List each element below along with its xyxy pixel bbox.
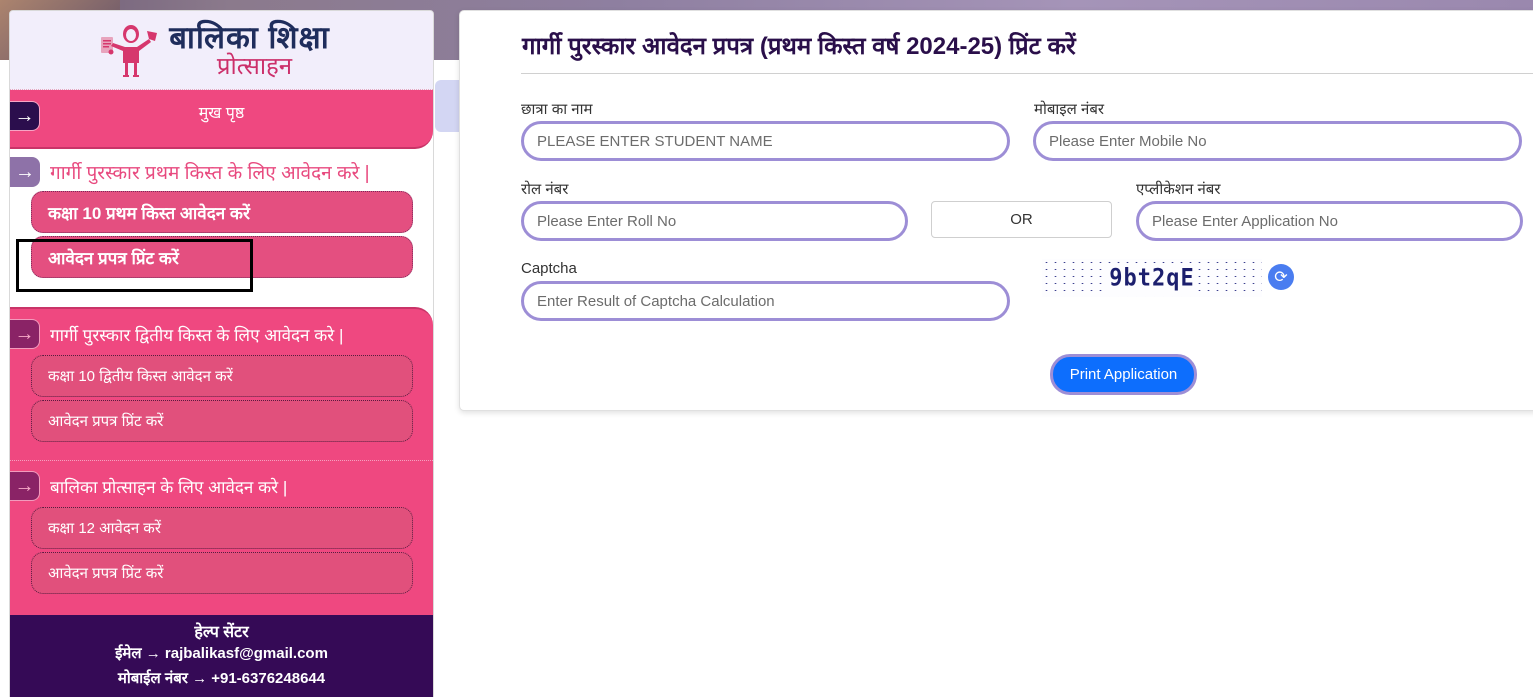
arrow-right-icon: → (10, 101, 40, 131)
section-gargi-first-installment: → गार्गी पुरस्कार प्रथम किस्त के लिए आवे… (10, 149, 433, 307)
background-accent (435, 80, 459, 132)
sidebar-item-first-print-form[interactable]: आवेदन प्रपत्र प्रिंट करें (31, 236, 413, 278)
sidebar-item-class10-second-apply[interactable]: कक्षा 10 द्वितीय किस्त आवेदन करें (31, 355, 413, 397)
help-center: हेल्प सेंटर ईमेल → rajbalikasf@gmail.com… (10, 615, 433, 697)
home-label: मुख पृष्ठ (198, 104, 245, 122)
captcha-text: 9bt2qE (1106, 264, 1198, 292)
mobile-label: मोबाइल नंबर (1034, 101, 1105, 118)
student-name-input[interactable] (521, 121, 1010, 161)
captcha-label: Captcha (521, 260, 577, 277)
logo-subtitle: प्रोत्साहन (216, 52, 293, 80)
sidebar-item-class12-print-form[interactable]: आवेदन प्रपत्र प्रिंट करें (31, 552, 413, 594)
refresh-captcha-button[interactable]: ⟳ (1268, 264, 1294, 290)
arrow-right-icon: → (10, 471, 40, 501)
title-divider (521, 73, 1533, 74)
section-balika-protsahan: → बालिका प्रोत्साहन के लिए आवेदन करे | क… (10, 460, 433, 615)
arrow-right-icon: → (10, 157, 40, 187)
application-no-input[interactable] (1136, 201, 1523, 241)
logo[interactable]: बालिका शिक्षा प्रोत्साहन (10, 11, 433, 90)
help-title: हेल्प सेंटर (194, 624, 249, 641)
menu-label: कक्षा 12 आवेदन करें (48, 520, 161, 537)
sidebar: बालिका शिक्षा प्रोत्साहन → मुख पृष्ठ → ग… (9, 10, 434, 697)
logo-title: बालिका शिक्षा (169, 19, 330, 55)
menu-label: कक्षा 10 द्वितीय किस्त आवेदन करें (48, 368, 233, 385)
menu-label: आवेदन प्रपत्र प्रिंट करें (48, 565, 164, 582)
sidebar-item-home[interactable]: → मुख पृष्ठ (10, 90, 433, 149)
help-email[interactable]: ईमेल → rajbalikasf@gmail.com (10, 643, 433, 665)
sidebar-item-class10-first-apply[interactable]: कक्षा 10 प्रथम किस्त आवेदन करें (31, 191, 413, 233)
section-gargi-second-installment: → गार्गी पुरस्कार द्वितीय किस्त के लिए आ… (10, 307, 433, 460)
section-title: बालिका प्रोत्साहन के लिए आवेदन करे | (50, 477, 288, 497)
menu-label: आवेदन प्रपत्र प्रिंट करें (48, 248, 179, 268)
help-mobile: मोबाईल नंबर → +91-6376248644 (117, 670, 326, 687)
captcha-input[interactable] (521, 281, 1010, 321)
or-separator: OR (931, 201, 1112, 238)
print-application-form: गार्गी पुरस्कार आवेदन प्रपत्र (प्रथम किस… (459, 10, 1533, 411)
section-title: गार्गी पुरस्कार द्वितीय किस्त के लिए आवे… (50, 325, 344, 345)
application-no-label: एप्लीकेशन नंबर (1136, 181, 1221, 198)
arrow-right-icon: → (10, 319, 40, 349)
captcha-image: 9bt2qE (1042, 259, 1262, 297)
girl-graduate-icon (101, 25, 158, 77)
menu-label: कक्षा 10 प्रथम किस्त आवेदन करें (48, 203, 250, 223)
section-title: गार्गी पुरस्कार प्रथम किस्त के लिए आवेदन… (50, 163, 370, 184)
roll-no-label: रोल नंबर (521, 181, 569, 198)
menu-label: आवेदन प्रपत्र प्रिंट करें (48, 413, 164, 430)
print-application-button[interactable]: Print Application (1050, 354, 1197, 395)
sidebar-item-second-print-form[interactable]: आवेदन प्रपत्र प्रिंट करें (31, 400, 413, 442)
page-title: गार्गी पुरस्कार आवेदन प्रपत्र (प्रथम किस… (522, 33, 1076, 60)
refresh-icon: ⟳ (1274, 269, 1288, 286)
roll-no-input[interactable] (521, 201, 908, 241)
mobile-input[interactable] (1033, 121, 1522, 161)
sidebar-item-class12-apply[interactable]: कक्षा 12 आवेदन करें (31, 507, 413, 549)
student-name-label: छात्रा का नाम (521, 101, 593, 118)
